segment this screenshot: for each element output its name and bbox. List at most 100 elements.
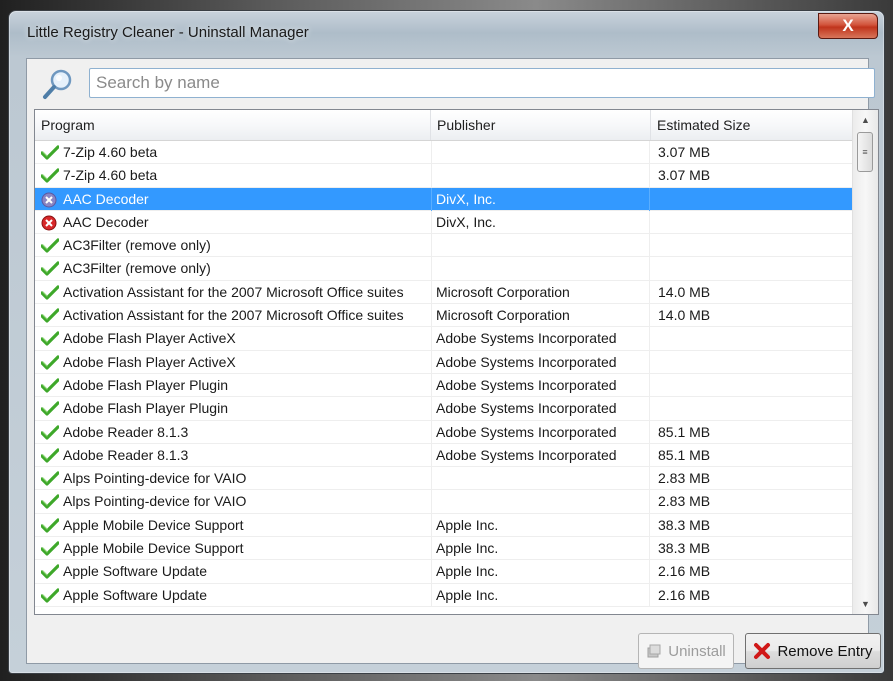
table-row[interactable]: Apple Mobile Device Support Apple Inc. 38.… [35, 513, 853, 538]
size-cell [649, 373, 853, 397]
publisher-cell: Apple Inc. [431, 583, 649, 607]
scroll-up-arrow-icon[interactable]: ▲ [853, 110, 878, 130]
vertical-scrollbar[interactable]: ▲ ≡ ▼ [852, 110, 878, 614]
publisher-cell [431, 467, 649, 491]
size-cell: 3.07 MB [649, 141, 853, 164]
size-cell [649, 397, 853, 421]
table-row[interactable]: 7-Zip 4.60 beta 3.07 MB [35, 164, 853, 188]
list-rows: 7-Zip 4.60 beta 3.07 MB 7-Zip 4.60 beta 3.0… [35, 141, 853, 607]
publisher-cell: Apple Inc. [431, 560, 649, 584]
uninstall-label: Uninstall [668, 642, 726, 660]
program-name-cell: Alps Pointing-device for VAIO [63, 470, 247, 487]
program-name-cell: Adobe Reader 8.1.3 [63, 446, 189, 463]
program-name-cell: AAC Decoder [63, 213, 149, 230]
program-name-cell: Activation Assistant for the 2007 Micros… [63, 307, 404, 324]
table-row[interactable]: AAC Decoder DivX, Inc. [35, 187, 853, 211]
client-area: Program Publisher Estimated Size 7-Zip 4… [26, 58, 881, 669]
publisher-cell: Adobe Systems Incorporated [431, 350, 649, 374]
size-cell: 3.07 MB [649, 164, 853, 188]
table-row[interactable]: 7-Zip 4.60 beta 3.07 MB [35, 141, 853, 165]
table-row[interactable]: Activation Assistant for the 2007 Micros… [35, 280, 853, 305]
uninstall-button[interactable]: Uninstall [638, 633, 734, 669]
size-cell: 85.1 MB [649, 420, 853, 444]
size-cell: 2.16 MB [649, 560, 853, 584]
program-name-cell: AC3Filter (remove only) [63, 260, 211, 277]
size-cell: 38.3 MB [649, 513, 853, 537]
close-icon: X [842, 16, 854, 35]
publisher-cell: Adobe Systems Incorporated [431, 327, 649, 351]
program-name-cell: Apple Software Update [63, 586, 207, 603]
table-row[interactable]: Adobe Flash Player ActiveX Adobe Systems … [35, 350, 853, 374]
table-row[interactable]: Adobe Reader 8.1.3 Adobe Systems Incorpor… [35, 443, 853, 468]
table-row[interactable]: Adobe Flash Player ActiveX Adobe Systems … [35, 327, 853, 351]
table-row[interactable]: AC3Filter (remove only) [35, 234, 853, 258]
program-name-cell: 7-Zip 4.60 beta [63, 167, 158, 184]
publisher-cell: Microsoft Corporation [431, 280, 649, 304]
program-name-cell: Alps Pointing-device for VAIO [63, 493, 247, 510]
publisher-cell: Apple Inc. [431, 513, 649, 537]
publisher-cell: Microsoft Corporation [431, 304, 649, 328]
publisher-cell: DivX, Inc. [431, 187, 649, 211]
search-icon [43, 69, 72, 99]
table-row[interactable]: Apple Software Update Apple Inc. 2.16 MB [35, 560, 853, 584]
size-cell [649, 210, 853, 234]
program-list[interactable]: Program Publisher Estimated Size 7-Zip 4… [34, 109, 879, 615]
uninstall-manager-window: Little Registry Cleaner - Uninstall Mana… [8, 10, 885, 674]
publisher-cell [431, 490, 649, 514]
column-header-publisher[interactable]: Publisher [431, 110, 651, 140]
table-row[interactable]: AC3Filter (remove only) [35, 257, 853, 281]
program-name-cell: Adobe Flash Player ActiveX [63, 330, 236, 347]
program-name-cell: Adobe Flash Player ActiveX [63, 353, 236, 370]
publisher-cell [431, 164, 649, 188]
search-input[interactable] [89, 68, 875, 98]
list-header: Program Publisher Estimated Size [35, 110, 853, 141]
table-row[interactable]: Activation Assistant for the 2007 Micros… [35, 304, 853, 328]
size-cell: 2.83 MB [649, 490, 853, 514]
program-name-cell: AAC Decoder [63, 190, 149, 207]
table-row[interactable]: Alps Pointing-device for VAIO 2.83 MB [35, 490, 853, 514]
publisher-cell: DivX, Inc. [431, 210, 649, 234]
table-row[interactable]: Adobe Reader 8.1.3 Adobe Systems Incorpor… [35, 420, 853, 444]
table-row[interactable]: Alps Pointing-device for VAIO 2.83 MB [35, 467, 853, 491]
remove-entry-button[interactable]: Remove Entry [745, 633, 881, 669]
publisher-cell [431, 141, 649, 164]
table-row[interactable]: Apple Mobile Device Support Apple Inc. 38.… [35, 537, 853, 561]
close-button[interactable]: X [818, 13, 878, 39]
program-name-cell: Apple Mobile Device Support [63, 516, 244, 533]
program-name-cell: Apple Mobile Device Support [63, 540, 244, 557]
publisher-cell [431, 234, 649, 258]
table-row[interactable]: AAC Decoder DivX, Inc. [35, 210, 853, 235]
program-name-cell: Apple Software Update [63, 563, 207, 580]
size-cell: 2.16 MB [649, 583, 853, 607]
publisher-cell: Adobe Systems Incorporated [431, 373, 649, 397]
program-name-cell: Adobe Flash Player Plugin [63, 400, 228, 417]
table-row[interactable]: Adobe Flash Player Plugin Adobe Systems I… [35, 373, 853, 398]
program-name-cell: AC3Filter (remove only) [63, 237, 211, 254]
table-row[interactable]: Adobe Flash Player Plugin Adobe Systems I… [35, 397, 853, 421]
size-cell: 14.0 MB [649, 280, 853, 304]
table-row[interactable]: Apple Software Update Apple Inc. 2.16 MB [35, 583, 853, 607]
red-x-icon [754, 643, 771, 659]
size-cell [649, 257, 853, 281]
size-cell [649, 350, 853, 374]
publisher-cell: Apple Inc. [431, 537, 649, 561]
column-header-size[interactable]: Estimated Size [651, 110, 853, 140]
publisher-cell: Adobe Systems Incorporated [431, 443, 649, 467]
program-name-cell: Adobe Reader 8.1.3 [63, 423, 189, 440]
size-cell: 85.1 MB [649, 443, 853, 467]
scrollbar-thumb[interactable]: ≡ [857, 132, 873, 172]
column-header-program[interactable]: Program [35, 110, 431, 140]
size-cell: 2.83 MB [649, 467, 853, 491]
program-name-cell: Adobe Flash Player Plugin [63, 376, 228, 393]
publisher-cell: Adobe Systems Incorporated [431, 420, 649, 444]
publisher-cell: Adobe Systems Incorporated [431, 397, 649, 421]
publisher-cell [431, 257, 649, 281]
uninstall-icon [647, 644, 661, 658]
remove-entry-label: Remove Entry [777, 642, 873, 660]
window-title: Little Registry Cleaner - Uninstall Mana… [27, 24, 309, 41]
size-cell [649, 327, 853, 351]
search-bar [27, 59, 875, 105]
size-cell: 38.3 MB [649, 537, 853, 561]
title-bar[interactable]: Little Registry Cleaner - Uninstall Mana… [9, 11, 884, 47]
scroll-down-arrow-icon[interactable]: ▼ [853, 594, 878, 614]
